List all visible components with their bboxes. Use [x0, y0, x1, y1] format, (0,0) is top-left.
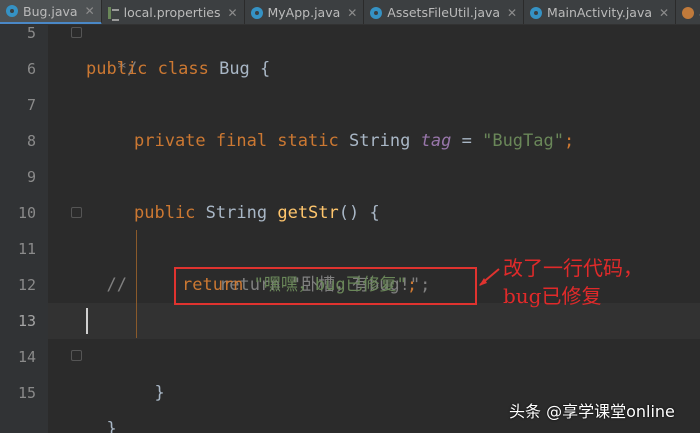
code-line-14[interactable]: } — [134, 339, 164, 403]
line-number-gutter: 5 6 7 8 9 10 11 12 13 14 15 — [0, 24, 48, 433]
line-number: 10 — [17, 204, 36, 222]
keyword: public class — [86, 59, 209, 79]
code-line-8[interactable]: private final static String tag = "BugTa… — [134, 123, 574, 159]
line-number: 11 — [17, 240, 36, 258]
brace: { — [369, 203, 380, 223]
brace: { — [260, 59, 271, 79]
java-class-icon — [530, 6, 543, 19]
brace: } — [154, 383, 165, 403]
highlight-box — [174, 267, 477, 305]
line-number: 15 — [17, 384, 36, 402]
tab-label: MyApp.java — [267, 5, 341, 20]
type-name: String — [348, 131, 411, 151]
close-icon[interactable]: ✕ — [658, 6, 670, 20]
keyword: public — [134, 203, 196, 223]
line-number: 5 — [26, 24, 36, 42]
text-caret — [86, 308, 88, 334]
code-line-6[interactable]: public class Bug { — [86, 51, 270, 87]
tab-mainactivity-java[interactable]: MainActivity.java ✕ — [524, 0, 677, 24]
annotation-line: bug已修复 — [503, 284, 602, 308]
java-class-icon — [250, 6, 263, 19]
tab-label: AssetsFileUtil.java — [387, 5, 501, 20]
code-line-11[interactable]: // return "卧槽，有bug!"; — [86, 231, 430, 295]
tab-label: local.properties — [123, 5, 221, 20]
close-icon[interactable]: ✕ — [227, 6, 239, 20]
close-icon[interactable]: ✕ — [506, 6, 518, 20]
annotation-note: 改了一行代码， bug已修复 — [503, 254, 643, 310]
line-number: 13 — [17, 312, 36, 330]
tab-assetsfileutil-java[interactable]: AssetsFileUtil.java ✕ — [364, 0, 525, 24]
code-line-5[interactable]: */ — [86, 15, 137, 79]
watermark: 头条 @享学课堂online — [509, 402, 675, 421]
close-icon[interactable]: ✕ — [346, 6, 358, 20]
class-name: Bug — [219, 59, 250, 79]
java-class-icon — [370, 6, 383, 19]
keyword: private final static — [134, 131, 339, 151]
line-number: 9 — [26, 168, 36, 186]
fold-marker-icon[interactable] — [71, 207, 82, 218]
annotation-line: 改了一行代码， — [503, 256, 643, 280]
code-line-10[interactable]: public String getStr() { — [134, 195, 380, 231]
field-name: tag — [420, 131, 452, 151]
tab-myapp-java[interactable]: MyApp.java ✕ — [245, 0, 365, 24]
tab-activ[interactable]: activ — [676, 0, 700, 24]
line-number: 6 — [26, 60, 36, 78]
method-name: getStr — [277, 203, 339, 223]
fold-marker-icon[interactable] — [71, 27, 82, 38]
tab-label: MainActivity.java — [547, 5, 653, 20]
brace: } — [106, 419, 117, 433]
parens: () — [338, 203, 360, 223]
line-number: 7 — [26, 96, 36, 114]
line-number: 14 — [17, 348, 36, 366]
java-class-icon — [682, 6, 695, 19]
string-literal: "BugTag" — [482, 131, 564, 151]
line-number: 12 — [17, 276, 36, 294]
line-number: 8 — [26, 132, 36, 150]
operator: = — [461, 131, 472, 151]
type-name: String — [205, 203, 268, 223]
semicolon: ; — [563, 131, 575, 151]
fold-marker-icon[interactable] — [71, 350, 82, 361]
code-line-15[interactable]: } — [86, 375, 116, 433]
